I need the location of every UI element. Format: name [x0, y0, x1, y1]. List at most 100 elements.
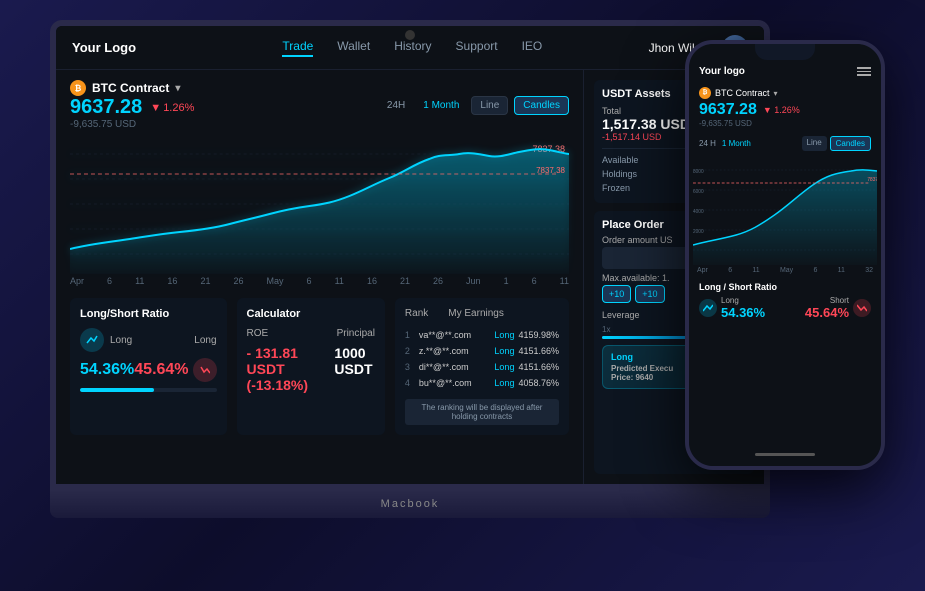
phone-short-value: 45.64% — [805, 305, 849, 320]
phone-asset-info: ₿ BTC Contract ▾ 9637.28 ▼ 1.26% -9,635.… — [689, 83, 881, 136]
nav-link-support[interactable]: Support — [456, 39, 498, 57]
phone-long-info: Long 54.36% — [721, 296, 765, 320]
phone-chart-area: 7837 8000 6000 4000 2000 — [689, 155, 881, 265]
svg-text:7837: 7837 — [867, 177, 877, 183]
chart-dashed-label: 7837.38 — [536, 166, 565, 175]
main-area: ₿ BTC Contract ▾ 9637.28 ▼ 1.26% — [56, 70, 764, 484]
rank-row-1: 1 va**@**.com Long 4159.98% — [405, 327, 559, 343]
phone-chart-type-btns: Line Candles — [802, 136, 871, 151]
hamburger-icon[interactable] — [857, 67, 871, 76]
time-24h[interactable]: 24H — [381, 98, 411, 113]
nav-links: Trade Wallet History Support IEO — [176, 39, 649, 57]
nav-logo: Your Logo — [72, 40, 136, 55]
nav-link-trade[interactable]: Trade — [282, 39, 313, 57]
ham-line-1 — [857, 67, 871, 69]
ratio-bar — [80, 388, 217, 392]
ratio-row: Long Long — [80, 328, 217, 352]
phone: Your logo ₿ BTC Contract ▾ 9637.28 ▼ 1.2… — [685, 40, 885, 470]
leverage-label: Leverage — [602, 310, 640, 320]
candles-btn[interactable]: Candles — [514, 96, 569, 115]
rank-row-4: 4 bu**@**.com Long 4058.76% — [405, 375, 559, 391]
nav-link-ieo[interactable]: IEO — [522, 39, 543, 57]
rank-pct-2: 4151.66% — [518, 346, 559, 356]
phone-usd: -9,635.75 USD — [699, 119, 871, 128]
down-arrow-icon: ▼ — [150, 102, 161, 114]
leverage-fill — [602, 336, 688, 339]
long-value: 54.36% — [80, 361, 134, 379]
phone-line-btn[interactable]: Line — [802, 136, 827, 151]
svg-text:8000: 8000 — [693, 169, 704, 175]
chart-price: 9637.28 — [70, 96, 142, 119]
available-label: Available — [602, 155, 638, 165]
rank-type-3: Long — [494, 362, 514, 372]
chart-section: ₿ BTC Contract ▾ 9637.28 ▼ 1.26% — [70, 80, 569, 288]
frozen-label: Frozen — [602, 183, 630, 193]
long-ratio-item: Long — [80, 328, 132, 352]
phone-screen: Your logo ₿ BTC Contract ▾ 9637.28 ▼ 1.2… — [689, 44, 881, 466]
phone-notch — [755, 44, 815, 60]
svg-text:6000: 6000 — [693, 189, 704, 195]
rank-num-2: 2 — [405, 346, 415, 356]
chart-change: ▼ 1.26% — [150, 102, 194, 114]
phone-price-row: 9637.28 ▼ 1.26% — [699, 101, 871, 119]
principal-value: 1000 USDT — [334, 345, 375, 393]
rank-type-1: Long — [494, 330, 514, 340]
nav-link-history[interactable]: History — [394, 39, 431, 57]
chart-price-usd: -9,635.75 USD — [70, 119, 194, 130]
dropdown-icon[interactable]: ▾ — [175, 83, 180, 94]
phone-btc-icon: ₿ — [699, 87, 711, 99]
phone-candles-btn[interactable]: Candles — [830, 136, 871, 151]
phone-down-icon — [853, 299, 871, 317]
rank-header: Rank My Earnings — [405, 308, 559, 319]
phone-chart-controls: 24 H 1 Month Line Candles — [689, 136, 881, 155]
chart-svg — [70, 134, 569, 274]
principal-label: Principal — [337, 328, 375, 339]
rank-email-3: di**@**.com — [419, 362, 495, 372]
chart-controls: 24H 1 Month Line Candles — [381, 96, 569, 115]
chart-header: ₿ BTC Contract ▾ 9637.28 ▼ 1.26% — [70, 80, 569, 130]
rank-email-1: va**@**.com — [419, 330, 495, 340]
phone-time-buttons: 24 H 1 Month — [699, 139, 751, 148]
laptop: Your Logo Trade Wallet History Support I… — [50, 20, 770, 540]
calc-labels-row: ROE Principal — [247, 328, 375, 339]
phone-asset-name: BTC Contract — [715, 88, 770, 98]
btc-icon: ₿ — [70, 80, 86, 96]
rank-col-label: Rank — [405, 308, 428, 319]
rank-type-4: Long — [494, 378, 514, 388]
calc-values-row: - 131.81 USDT (-13.18%) 1000 USDT — [247, 345, 375, 393]
rank-num-3: 3 — [405, 362, 415, 372]
long-label: Long — [110, 335, 132, 346]
svg-text:2000: 2000 — [693, 229, 704, 235]
usdt-title: USDT Assets — [602, 88, 671, 100]
ratio-title: Long/Short Ratio — [80, 308, 217, 320]
phone-short-label: Short — [805, 296, 849, 305]
rank-pct-1: 4159.98% — [518, 330, 559, 340]
rank-email-4: bu**@**.com — [419, 378, 495, 388]
leverage-min: 1x — [602, 325, 610, 334]
nav-link-wallet[interactable]: Wallet — [337, 39, 370, 57]
phone-ratio-title: Long / Short Ratio — [699, 282, 871, 292]
earnings-col-label: My Earnings — [448, 308, 504, 319]
roe-label: ROE — [247, 328, 269, 339]
phone-logo: Your logo — [699, 66, 745, 77]
phone-time-24h[interactable]: 24 H — [699, 139, 716, 148]
phone-short-info: Short 45.64% — [805, 296, 849, 320]
phone-x-labels: Apr611May61132 — [689, 265, 881, 276]
plus10-btn-1[interactable]: +10 — [602, 285, 631, 303]
screen-content: Your Logo Trade Wallet History Support I… — [56, 26, 764, 484]
svg-text:4000: 4000 — [693, 209, 704, 215]
short-label-right: Long — [194, 335, 216, 346]
calc-title: Calculator — [247, 308, 375, 320]
line-btn[interactable]: Line — [471, 96, 508, 115]
time-1month[interactable]: 1 Month — [417, 98, 465, 113]
ratio-values-row: 54.36% 45.64% — [80, 358, 217, 382]
plus10-btn-2[interactable]: +10 — [635, 285, 664, 303]
phone-time-1month[interactable]: 1 Month — [722, 139, 751, 148]
rank-row-2: 2 z.**@**.com Long 4151.66% — [405, 343, 559, 359]
phone-dropdown-icon[interactable]: ▾ — [774, 89, 778, 98]
rank-row-3: 3 di**@**.com Long 4151.66% — [405, 359, 559, 375]
rank-pct-3: 4151.66% — [518, 362, 559, 372]
rank-type-2: Long — [494, 346, 514, 356]
laptop-screen: Your Logo Trade Wallet History Support I… — [50, 20, 770, 490]
long-bar — [80, 388, 154, 392]
